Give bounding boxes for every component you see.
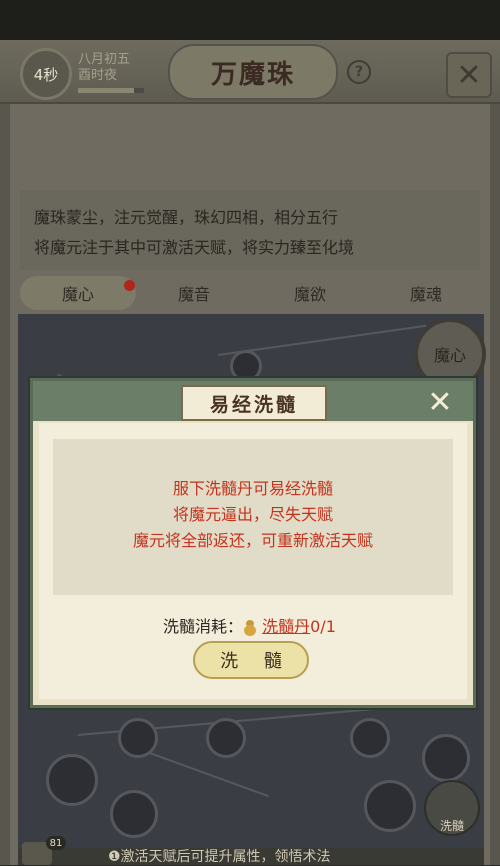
help-icon[interactable]: ?	[347, 60, 371, 84]
tab-bar: 魔心 魔音 魔欲 魔魂	[16, 276, 486, 310]
talent-node[interactable]	[110, 790, 158, 838]
wash-dialog: 易经洗髓 ✕ 服下洗髓丹可易经洗髓 将魔元逼出，尽失天赋 魔元将全部返还，可重新…	[30, 378, 476, 708]
status-bar	[0, 0, 500, 40]
date-line1: 八月初五	[78, 52, 131, 67]
talent-node[interactable]	[118, 718, 158, 758]
title-plaque: 万魔珠	[168, 44, 338, 100]
cost-count: 0/1	[310, 617, 336, 636]
talent-node[interactable]	[422, 734, 470, 782]
message-box: 服下洗髓丹可易经洗髓 将魔元逼出，尽失天赋 魔元将全部返还，可重新激活天赋	[53, 439, 453, 595]
tab-moyu[interactable]: 魔欲	[252, 276, 368, 310]
page-title: 万魔珠	[210, 59, 295, 90]
game-date: 八月初五 酉时夜	[78, 52, 130, 84]
dialog-body: 服下洗髓丹可易经洗髓 将魔元逼出，尽失天赋 魔元将全部返还，可重新激活天赋 洗髓…	[39, 423, 467, 699]
message-line: 将魔元逼出，尽失天赋	[172, 505, 333, 524]
date-line2: 酉时夜	[78, 68, 118, 83]
close-icon: ✕	[456, 57, 482, 93]
dialog-close-button[interactable]: ✕	[421, 383, 459, 421]
tip-text: ❶激活天赋后可提升属性，领悟术法	[108, 849, 331, 865]
cost-label: 洗髓消耗：	[163, 617, 244, 636]
notification-dot	[124, 280, 135, 291]
cost-row: 洗髓消耗： 洗髓丹0/1	[163, 613, 336, 637]
message-line: 服下洗髓丹可易经洗髓	[172, 479, 333, 498]
wash-confirm-button[interactable]: 洗 髓	[193, 641, 309, 679]
talent-node[interactable]	[364, 780, 416, 832]
gourd-icon	[243, 619, 257, 636]
cost-item-link[interactable]: 洗髓丹	[262, 617, 310, 636]
tab-moxin[interactable]: 魔心	[20, 276, 136, 310]
description-line1: 魔珠蒙尘，注元觉醒，珠幻四相，相分五行	[34, 208, 339, 227]
description-line2: 将魔元注于其中可激活天赋，将实力臻至化境	[34, 238, 355, 257]
time-progress-fill	[78, 88, 135, 93]
chat-count-badge: 81	[46, 836, 66, 850]
tab-moyin[interactable]: 魔音	[136, 276, 252, 310]
talent-node[interactable]	[350, 718, 390, 758]
time-progress-bar	[78, 88, 144, 93]
wash-shortcut-button[interactable]: 洗髓	[424, 780, 480, 836]
tab-mohun[interactable]: 魔魂	[368, 276, 484, 310]
close-icon: ✕	[427, 384, 453, 420]
timer-badge: 4秒	[20, 48, 72, 100]
talent-node[interactable]	[46, 754, 98, 806]
message-line: 魔元将全部返还，可重新激活天赋	[132, 531, 373, 550]
description-box: 魔珠蒙尘，注元觉醒，珠幻四相，相分五行 将魔元注于其中可激活天赋，将实力臻至化境	[20, 190, 480, 270]
dialog-title: 易经洗髓	[181, 385, 327, 421]
timer-text: 4秒	[33, 65, 59, 84]
talent-node[interactable]	[206, 718, 246, 758]
close-button[interactable]: ✕	[446, 52, 492, 98]
